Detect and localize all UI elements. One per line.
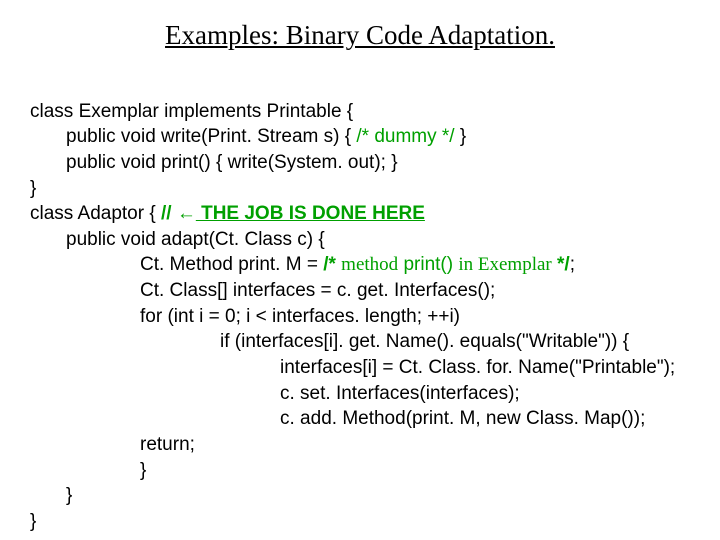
- line-8: Ct. Class[] interfaces = c. get. Interfa…: [30, 278, 495, 304]
- line-7-print: print(): [398, 254, 458, 275]
- line-7-co: /*: [323, 254, 341, 275]
- line-5-job: THE JOB IS DONE HERE: [196, 203, 425, 224]
- arrow-left-icon: ←: [177, 203, 196, 224]
- line-9: for (int i = 0; i < interfaces. length; …: [30, 304, 460, 330]
- line-7-cc: */: [552, 254, 570, 275]
- line-1: class Exemplar implements Printable {: [30, 101, 353, 122]
- line-4: }: [30, 178, 36, 199]
- line-16: }: [30, 483, 72, 509]
- line-10: if (interfaces[i]. get. Name(). equals("…: [30, 329, 629, 355]
- line-5a: class Adaptor {: [30, 203, 161, 224]
- line-5-slash: //: [161, 203, 177, 224]
- line-13: c. add. Method(print. M, new Class. Map(…: [30, 406, 645, 432]
- line-12: c. set. Interfaces(interfaces);: [30, 381, 520, 407]
- line-14: return;: [30, 432, 195, 458]
- line-7-exemplar: in Exemplar: [458, 254, 551, 275]
- line-7-method: method: [341, 254, 398, 275]
- line-2-comment: /* dummy */: [356, 126, 454, 147]
- line-3: public void print() { write(System. out)…: [30, 150, 398, 176]
- line-7a: Ct. Method print. M =: [140, 254, 323, 275]
- line-15: }: [30, 458, 146, 484]
- code-block: class Exemplar implements Printable { pu…: [30, 73, 690, 535]
- line-7-semi: ;: [570, 254, 575, 275]
- slide-title: Examples: Binary Code Adaptation.: [30, 20, 690, 51]
- line-2b: }: [455, 126, 467, 147]
- line-5: class Adaptor { // ← THE JOB IS DONE HER…: [30, 203, 425, 224]
- line-2a: public void write(Print. Stream s) {: [66, 126, 356, 147]
- line-11: interfaces[i] = Ct. Class. for. Name("Pr…: [30, 355, 675, 381]
- line-6: public void adapt(Ct. Class c) {: [30, 227, 325, 253]
- line-7: Ct. Method print. M = /* method print() …: [30, 252, 575, 278]
- line-17: }: [30, 511, 36, 532]
